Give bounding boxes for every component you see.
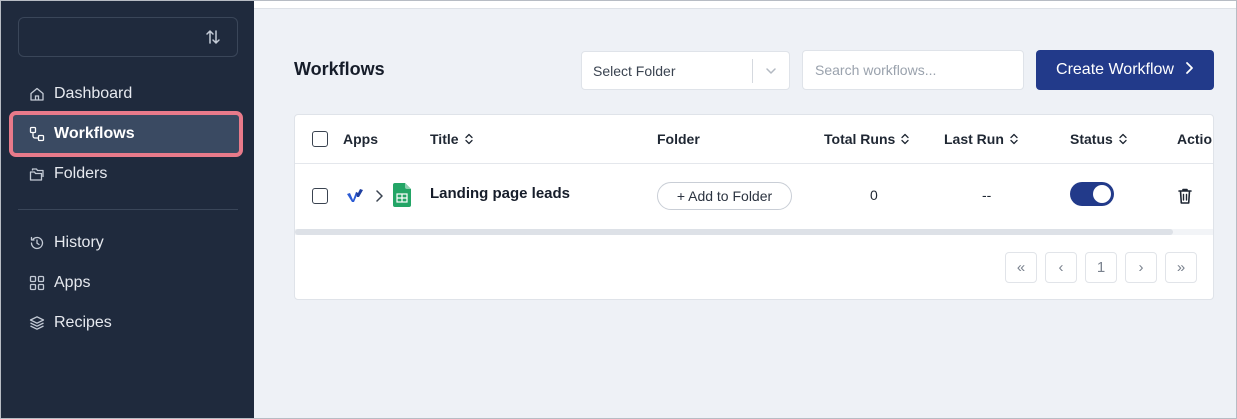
sort-arrows-icon <box>205 28 221 46</box>
select-all-checkbox[interactable] <box>312 131 328 147</box>
history-icon <box>29 235 45 251</box>
sort-icon <box>901 133 909 145</box>
sort-icon <box>1010 133 1018 145</box>
next-page-button[interactable]: › <box>1125 252 1157 283</box>
first-page-button[interactable]: « <box>1005 252 1037 283</box>
sidebar-item-workflows[interactable]: Workflows <box>9 111 243 157</box>
sort-icon <box>1119 133 1127 145</box>
sidebar-item-history[interactable]: History <box>13 224 239 262</box>
toggle-knob <box>1093 185 1111 203</box>
column-header-status[interactable]: Status <box>1070 131 1127 147</box>
prev-page-button[interactable]: ‹ <box>1045 252 1077 283</box>
column-header-title[interactable]: Title <box>430 131 473 147</box>
folders-icon <box>29 166 45 182</box>
total-runs-value: 0 <box>870 187 878 203</box>
sidebar-item-folders[interactable]: Folders <box>13 155 239 193</box>
sidebar-divider <box>18 209 238 210</box>
sidebar-item-recipes[interactable]: Recipes <box>13 304 239 342</box>
apps-grid-icon <box>29 275 45 291</box>
sidebar-item-label: History <box>54 234 104 251</box>
google-sheets-icon <box>393 183 411 210</box>
table-row[interactable]: Landing page leads + Add to Folder 0 -- <box>295 165 1213 229</box>
sidebar-item-dashboard[interactable]: Dashboard <box>13 75 239 113</box>
column-header-actions: Actio <box>1177 131 1212 147</box>
sort-icon <box>464 133 473 145</box>
home-icon <box>29 86 45 102</box>
search-input[interactable] <box>802 50 1024 90</box>
chevron-down-icon[interactable] <box>753 64 789 78</box>
top-bar <box>254 1 1236 9</box>
sidebar: Dashboard Workflows Folders History Apps… <box>1 1 254 418</box>
scrollbar-thumb[interactable] <box>295 229 1173 235</box>
folder-select[interactable]: Select Folder <box>581 51 790 90</box>
workflows-table: Apps Title Folder Total Runs Last Run St… <box>294 114 1214 300</box>
sidebar-item-label: Apps <box>54 274 91 291</box>
last-run-value: -- <box>982 187 992 203</box>
table-header: Apps Title Folder Total Runs Last Run St… <box>295 115 1213 164</box>
column-header-total-runs[interactable]: Total Runs <box>824 131 909 147</box>
layers-icon <box>29 315 45 331</box>
workspace-switcher[interactable] <box>18 17 238 57</box>
sidebar-item-label: Folders <box>54 165 108 182</box>
workflow-title[interactable]: Landing page leads <box>430 185 570 202</box>
row-checkbox[interactable] <box>312 188 328 204</box>
app-window: Dashboard Workflows Folders History Apps… <box>0 0 1237 419</box>
folder-select-value: Select Folder <box>593 62 676 79</box>
webflow-app-icon <box>346 188 364 207</box>
delete-icon[interactable] <box>1177 187 1193 208</box>
column-header-apps: Apps <box>343 131 378 147</box>
horizontal-scrollbar[interactable] <box>295 229 1213 235</box>
add-to-folder-button[interactable]: + Add to Folder <box>657 182 792 210</box>
workflow-icon <box>29 126 45 142</box>
sidebar-item-label: Workflows <box>54 125 135 142</box>
chevron-right-icon <box>1184 61 1194 80</box>
page-title: Workflows <box>294 59 385 79</box>
sidebar-item-apps[interactable]: Apps <box>13 264 239 302</box>
sidebar-item-label: Dashboard <box>54 85 133 102</box>
last-page-button[interactable]: » <box>1165 252 1197 283</box>
column-header-last-run[interactable]: Last Run <box>944 131 1018 147</box>
create-workflow-button[interactable]: Create Workflow <box>1036 50 1214 90</box>
sidebar-item-label: Recipes <box>54 314 112 331</box>
create-workflow-label: Create Workflow <box>1056 61 1174 78</box>
column-header-folder: Folder <box>657 131 700 147</box>
status-toggle[interactable] <box>1070 182 1114 206</box>
chevron-right-icon <box>374 188 384 207</box>
page-number-button[interactable]: 1 <box>1085 252 1117 283</box>
